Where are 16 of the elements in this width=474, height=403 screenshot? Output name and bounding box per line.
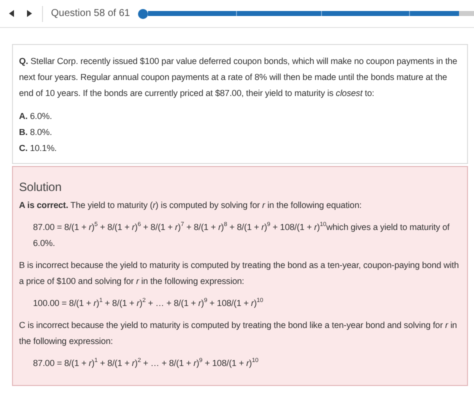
previous-icon	[8, 10, 14, 17]
answer-option[interactable]: B. 8.0%.	[19, 125, 461, 139]
answer-option[interactable]: C. 10.1%.	[19, 141, 461, 155]
equation: 100.00 = 8/(1 + r)$^{1}$ + 8/(1 + r)$^{2}$ + … + 8/(1 + r)$^{9}$ + 108/(1 + r)$^{10}$	[33, 296, 264, 310]
solution-paragraph: A is correct. The yield to maturity (r) is computed by solving for r in the following equation:	[19, 199, 363, 212]
question-text: Q. Stellar Corp. recently issued $100 par value deferred coupon bonds, which will make no coupon payments in the next four years. Regular annual coupon payments at a rate of 8% will then be made until the bonds mature at the end of 10 years. If the bonds are currently priced at $87.00, their yield to maturity is closest to:	[19, 55, 458, 100]
next-icon	[26, 10, 32, 17]
equation: 87.00 = 8/(1 + r)$^{1}$ + 8/(1 + r)$^{2}$ + … + 8/(1 + r)$^{9}$ + 108/(1 + r)$^{10}$	[33, 356, 260, 370]
equation: 87.00 = 8/(1 + r)$^{5}$ + 8/(1 + r)$^{6}$ + 8/(1 + r)$^{7}$ + 8/(1 + r)$^{8}$ + 8/(1 + r)$^{9}$ + 108/(1 + r)$^{10}$which gives a yield to maturity of 6.0%.	[33, 220, 450, 250]
solution-title: Solution	[19, 179, 63, 195]
solution-paragraph: B is incorrect because the yield to maturity is computed by treating the bond as a ten-year, coupon-paying bond with a price of $100 and solving for r in the following expression:	[19, 259, 460, 288]
next-button[interactable]	[24, 8, 34, 20]
answer-option[interactable]: A. 6.0%.	[19, 109, 461, 123]
solution-paragraph: C is incorrect because the yield to maturity is computed by treating the bond like a ten-year bond and solving for r in the following expression:	[19, 319, 458, 348]
progress-start-dot	[138, 8, 148, 18]
question-counter: Question 58 of 61	[51, 8, 130, 19]
